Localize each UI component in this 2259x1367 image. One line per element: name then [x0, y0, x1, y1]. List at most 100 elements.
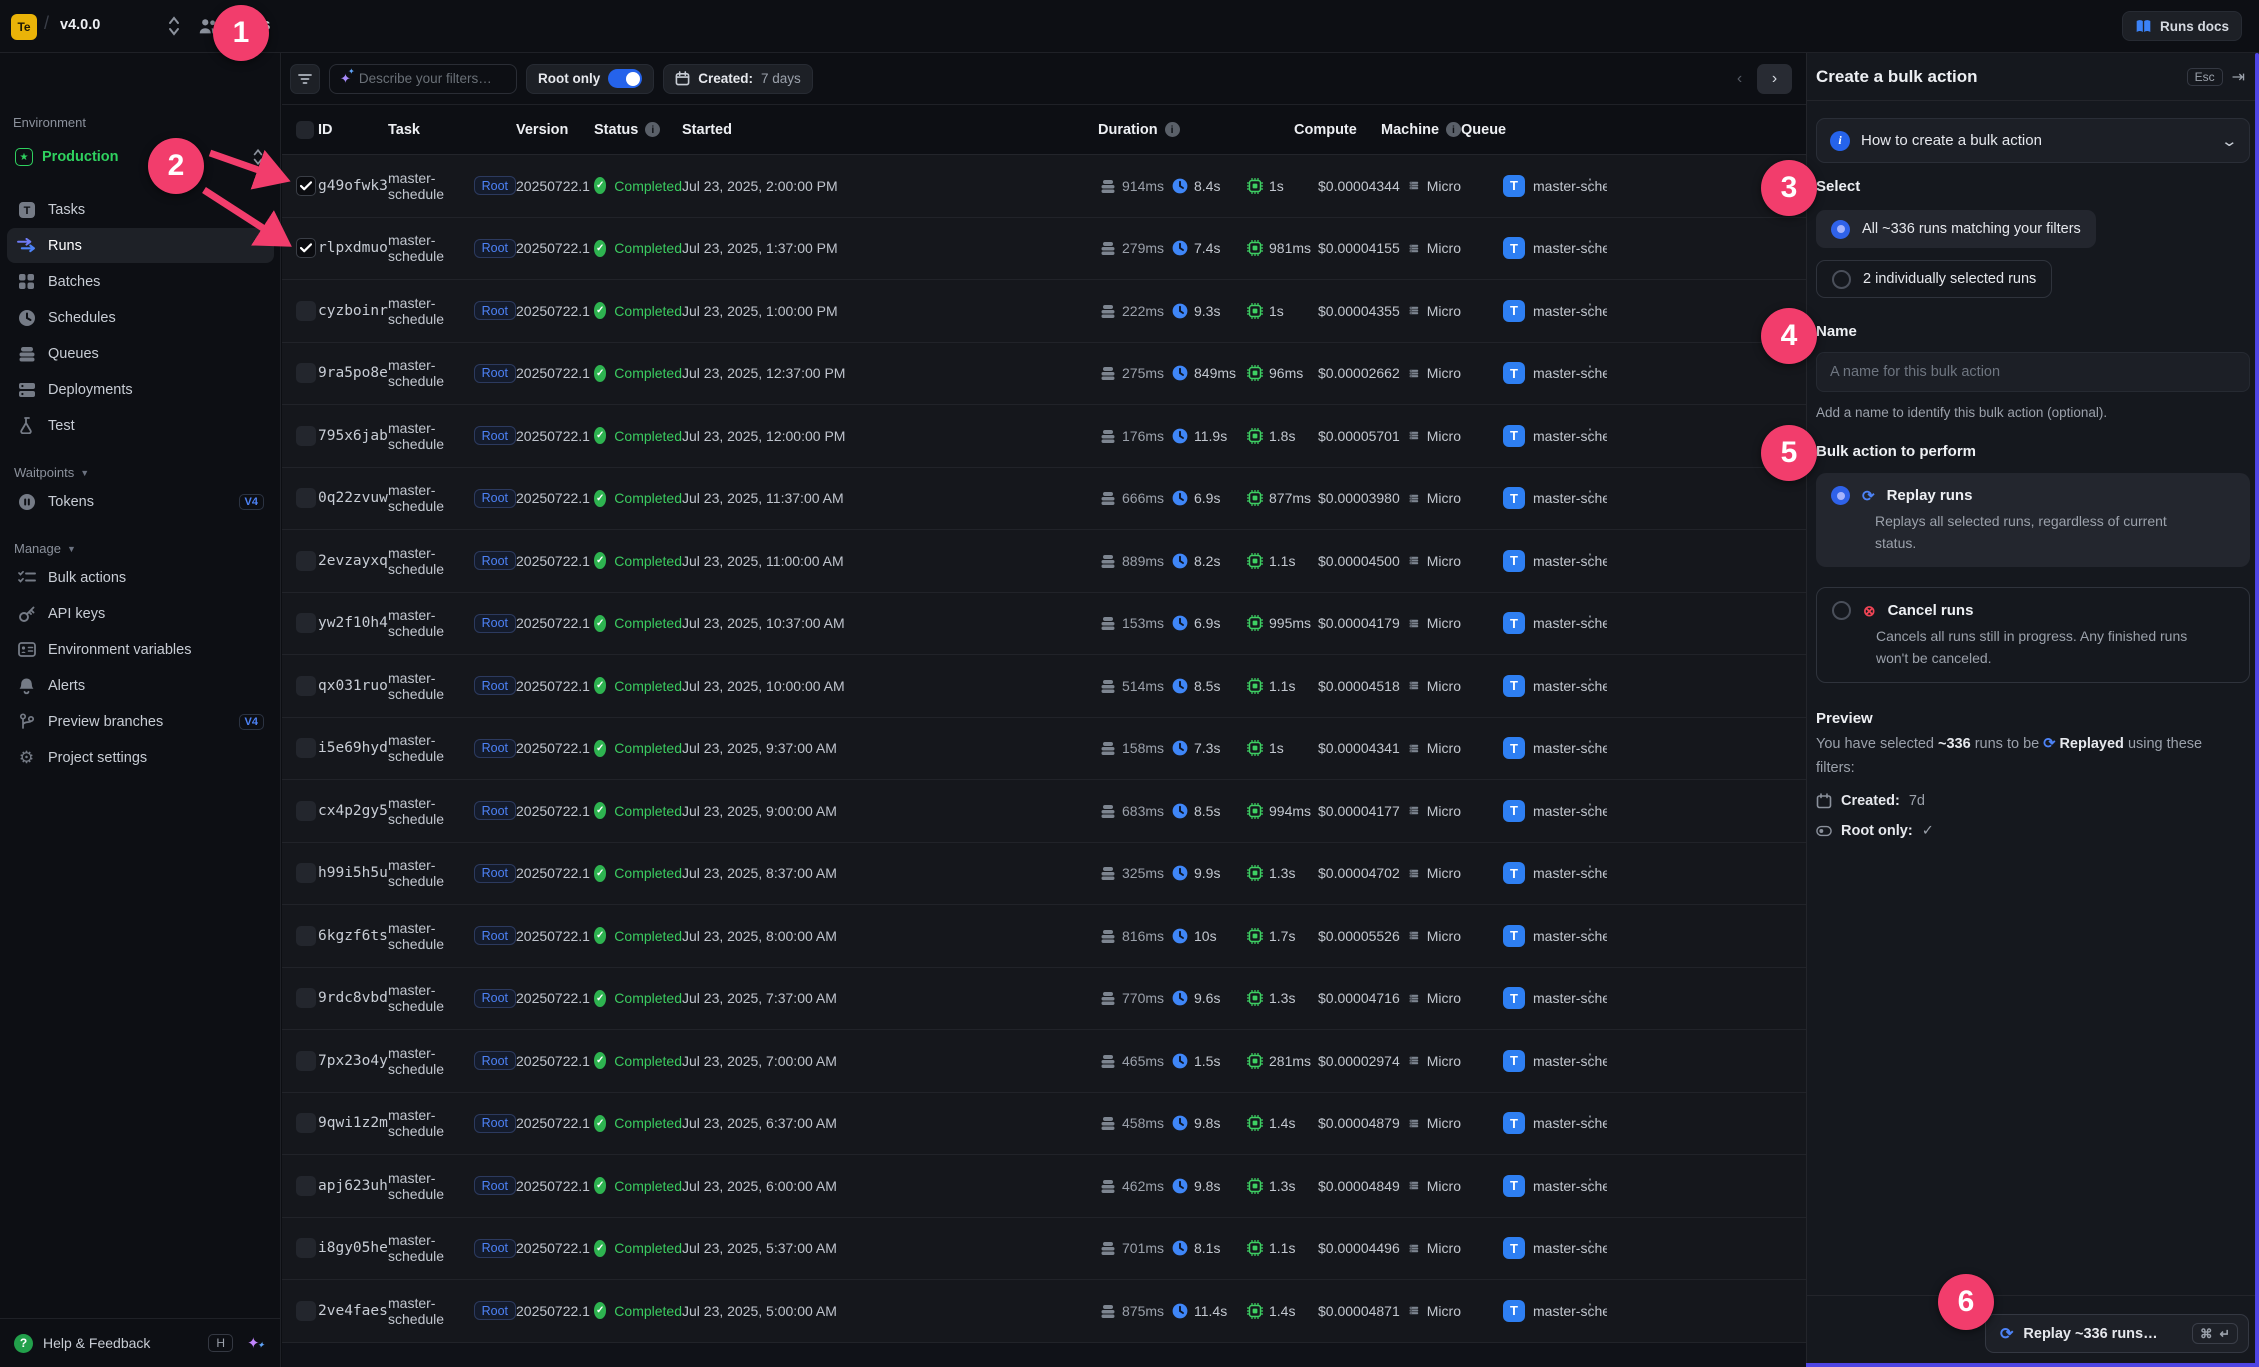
row-checkbox[interactable] [296, 176, 316, 196]
row-checkbox[interactable] [296, 988, 316, 1008]
row-actions-kebab[interactable]: ⋮ [1582, 808, 1596, 814]
table-row[interactable]: 9rdc8vbd master-scheduleRoot 20250722.1 … [282, 968, 1806, 1031]
how-to-accordion[interactable]: i How to create a bulk action ⌄ [1816, 118, 2250, 163]
sidebar-item-schedules[interactable]: Schedules [7, 300, 274, 335]
sidebar-item-environment-variables[interactable]: Environment variables [7, 632, 274, 667]
row-checkbox[interactable] [296, 613, 316, 633]
row-actions-kebab[interactable]: ⋮ [1582, 370, 1596, 376]
table-row[interactable]: 2evzayxq master-scheduleRoot 20250722.1 … [282, 530, 1806, 593]
row-actions-kebab[interactable]: ⋮ [1582, 683, 1596, 689]
run-id[interactable]: i5e69hyd [318, 740, 388, 756]
table-row[interactable]: 0q22zvuw master-scheduleRoot 20250722.1 … [282, 468, 1806, 531]
row-actions-kebab[interactable]: ⋮ [1582, 933, 1596, 939]
sidebar-item-deployments[interactable]: Deployments [7, 372, 274, 407]
environment-select[interactable]: ★ Production [6, 141, 274, 173]
row-checkbox[interactable] [296, 301, 316, 321]
run-id[interactable]: h99i5h5u [318, 865, 388, 881]
table-row[interactable]: 795x6jab master-scheduleRoot 20250722.1 … [282, 405, 1806, 468]
row-checkbox[interactable] [296, 363, 316, 383]
root-only-toggle[interactable] [608, 69, 642, 88]
run-id[interactable]: qx031ruo [318, 678, 388, 694]
run-id[interactable]: 6kgzf6ts [318, 928, 388, 944]
sidebar-item-tokens[interactable]: Tokens V4 [7, 484, 274, 519]
sidebar-item-tasks[interactable]: T Tasks [7, 192, 274, 227]
run-id[interactable]: cx4p2gy5 [318, 803, 388, 819]
manage-section-label[interactable]: Manage▼ [14, 541, 281, 556]
row-actions-kebab[interactable]: ⋮ [1582, 183, 1596, 189]
cancel-runs-option[interactable]: ⊗ Cancel runs Cancels all runs still in … [1816, 587, 2250, 683]
row-checkbox[interactable] [296, 676, 316, 696]
info-icon[interactable]: i [645, 122, 660, 137]
row-checkbox[interactable] [296, 426, 316, 446]
table-row[interactable]: 2ve4faes master-scheduleRoot 20250722.1 … [282, 1280, 1806, 1343]
row-actions-kebab[interactable]: ⋮ [1582, 245, 1596, 251]
sidebar-item-project-settings[interactable]: ⚙ Project settings [7, 740, 274, 775]
row-actions-kebab[interactable]: ⋮ [1582, 995, 1596, 1001]
sidebar-item-test[interactable]: Test [7, 408, 274, 443]
run-id[interactable]: apj623uh [318, 1178, 388, 1194]
table-row[interactable]: i5e69hyd master-scheduleRoot 20250722.1 … [282, 718, 1806, 781]
row-checkbox[interactable] [296, 1113, 316, 1133]
next-page-button[interactable]: › [1757, 64, 1792, 94]
select-all-checkbox[interactable] [296, 121, 314, 139]
table-row[interactable]: cx4p2gy5 master-scheduleRoot 20250722.1 … [282, 780, 1806, 843]
sidebar-item-batches[interactable]: Batches [7, 264, 274, 299]
run-id[interactable]: 0q22zvuw [318, 490, 388, 506]
sidebar-item-alerts[interactable]: Alerts [7, 668, 274, 703]
row-actions-kebab[interactable]: ⋮ [1582, 1245, 1596, 1251]
filter-menu-button[interactable] [290, 64, 320, 94]
row-actions-kebab[interactable]: ⋮ [1582, 620, 1596, 626]
row-checkbox[interactable] [296, 1176, 316, 1196]
sparkles-icon[interactable]: ✦✦ [247, 1334, 267, 1352]
row-checkbox[interactable] [296, 863, 316, 883]
replay-submit-button[interactable]: ⟳ Replay ~336 runs… ⌘ ↵ [1985, 1314, 2249, 1353]
describe-filters-input[interactable]: ✦✦ Describe your filters… [329, 64, 517, 94]
row-checkbox[interactable] [296, 1051, 316, 1071]
row-actions-kebab[interactable]: ⋮ [1582, 558, 1596, 564]
row-actions-kebab[interactable]: ⋮ [1582, 745, 1596, 751]
run-id[interactable]: g49ofwk3 [318, 178, 388, 194]
prev-page-button[interactable]: ‹ [1722, 64, 1757, 94]
run-id[interactable]: 795x6jab [318, 428, 388, 444]
row-actions-kebab[interactable]: ⋮ [1582, 308, 1596, 314]
row-checkbox[interactable] [296, 926, 316, 946]
info-icon[interactable]: i [1446, 122, 1461, 137]
table-row[interactable]: 9ra5po8e master-scheduleRoot 20250722.1 … [282, 343, 1806, 406]
row-actions-kebab[interactable]: ⋮ [1582, 1058, 1596, 1064]
row-actions-kebab[interactable]: ⋮ [1582, 495, 1596, 501]
root-only-filter-chip[interactable]: Root only [526, 64, 654, 94]
table-row[interactable]: cyzboinr master-scheduleRoot 20250722.1 … [282, 280, 1806, 343]
run-id[interactable]: 9rdc8vbd [318, 990, 388, 1006]
run-id[interactable]: 2evzayxq [318, 553, 388, 569]
row-actions-kebab[interactable]: ⋮ [1582, 870, 1596, 876]
app-logo[interactable]: Te [11, 14, 37, 40]
row-checkbox[interactable] [296, 801, 316, 821]
run-id[interactable]: 9ra5po8e [318, 365, 388, 381]
table-row[interactable]: h99i5h5u master-scheduleRoot 20250722.1 … [282, 843, 1806, 906]
run-id[interactable]: 7px23o4y [318, 1053, 388, 1069]
table-row[interactable]: 7px23o4y master-scheduleRoot 20250722.1 … [282, 1030, 1806, 1093]
sidebar-item-bulk-actions[interactable]: Bulk actions [7, 560, 274, 595]
table-row[interactable]: yw2f10h4 master-scheduleRoot 20250722.1 … [282, 593, 1806, 656]
row-checkbox[interactable] [296, 551, 316, 571]
project-switcher[interactable]: v4.0.0 [60, 17, 100, 33]
row-checkbox[interactable] [296, 238, 316, 258]
sidebar-item-api-keys[interactable]: API keys [7, 596, 274, 631]
row-actions-kebab[interactable]: ⋮ [1582, 1308, 1596, 1314]
run-id[interactable]: i8gy05he [318, 1240, 388, 1256]
row-checkbox[interactable] [296, 1238, 316, 1258]
table-row[interactable]: 6kgzf6ts master-scheduleRoot 20250722.1 … [282, 905, 1806, 968]
runs-docs-button[interactable]: Runs docs [2122, 11, 2242, 41]
row-checkbox[interactable] [296, 738, 316, 758]
sidebar-item-runs[interactable]: Runs [7, 228, 274, 263]
row-checkbox[interactable] [296, 488, 316, 508]
sidebar-item-queues[interactable]: Queues [7, 336, 274, 371]
run-id[interactable]: yw2f10h4 [318, 615, 388, 631]
run-id[interactable]: 9qwi1z2m [318, 1115, 388, 1131]
select-all-option[interactable]: All ~336 runs matching your filters [1816, 210, 2096, 248]
table-row[interactable]: i8gy05he master-scheduleRoot 20250722.1 … [282, 1218, 1806, 1281]
row-checkbox[interactable] [296, 1301, 316, 1321]
run-id[interactable]: 2ve4faes [318, 1303, 388, 1319]
run-id[interactable]: cyzboinr [318, 303, 388, 319]
sidebar-item-preview-branches[interactable]: Preview branches V4 [7, 704, 274, 739]
